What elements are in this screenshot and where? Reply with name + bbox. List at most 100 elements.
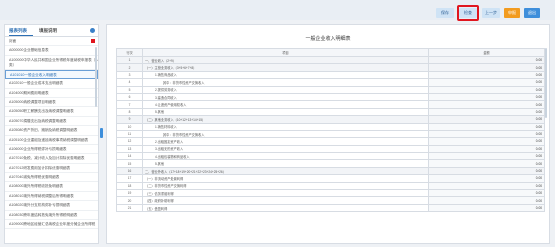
table-row: 1 一、营业收入（2+9） 0.00: [116, 55, 545, 65]
row-item: 3.建造合同收入: [142, 92, 429, 102]
row-number: 9: [116, 115, 143, 124]
row-amount[interactable]: 0.00: [428, 159, 545, 168]
sidebar-item[interactable]: 封面: [5, 37, 98, 47]
row-amount[interactable]: 0.00: [428, 189, 545, 198]
sidebar-item[interactable]: A104000期间费用明细表: [5, 89, 98, 98]
row-item: （二）其他业务收入（10+12+13+14+15）: [142, 115, 429, 124]
row-amount[interactable]: 0.00: [428, 181, 545, 191]
row-item: （一）主营业务收入（3+5+6+7+8）: [142, 63, 429, 72]
row-item: （一）非流动资产处置利得: [142, 174, 429, 183]
sidebar-item[interactable]: A105050职工薪酬支出及纳税调整明细表: [5, 107, 98, 117]
sidebar-item[interactable]: A105070捐赠支出及纳税调整明细表: [5, 117, 98, 127]
sidebar-item[interactable]: A107010免税、减计收入及加计扣除优惠明细表: [5, 154, 98, 164]
row-item: 4.出租包装物和商品收入: [142, 152, 429, 161]
row-item: 5.其他: [142, 107, 429, 117]
main-scrollbar[interactable]: [545, 48, 547, 118]
row-amount[interactable]: 0.00: [428, 129, 545, 139]
table-row: 11 其中：非货币性资产交换收入 0.00: [116, 129, 545, 139]
row-number: 11: [116, 129, 143, 139]
report-list-sidebar: 报表列表 填报说明 封面 A000000企业基础信息表 A100000中华人民共和国…: [4, 24, 99, 244]
row-amount[interactable]: 0.00: [428, 122, 545, 131]
row-number: 1: [116, 55, 143, 65]
previous-button[interactable]: 上一步: [482, 8, 500, 18]
row-amount: 0.00: [428, 166, 545, 176]
main-panel: 一般企业收入明细表 行次 项目 金额 1 一、营业收入（2+9） 0.00 2 （一）主…: [106, 24, 550, 244]
tab-fill-instructions[interactable]: 填报说明: [39, 28, 57, 34]
sidebar-item[interactable]: A107040减免所得税优惠明细表: [5, 173, 98, 183]
row-amount[interactable]: 0.00: [428, 152, 545, 161]
sidebar-item[interactable]: A000000企业基础信息表: [5, 46, 98, 56]
table-row: 21 （五）盘盈利得 0.00: [116, 203, 545, 213]
row-item: 3.出租无形资产收入: [142, 144, 429, 154]
table-row: 10 1.销售材料收入 0.00: [116, 122, 545, 131]
gear-icon[interactable]: [90, 28, 95, 33]
row-amount[interactable]: 0.00: [428, 85, 545, 94]
declare-button[interactable]: 申报: [504, 8, 520, 18]
sidebar-item-selected[interactable]: A101010一般企业收入明细表: [5, 69, 98, 80]
sidebar-item[interactable]: A108010境外所得纳税调整后所得明细表: [5, 192, 98, 202]
save-button[interactable]: 保存: [436, 8, 454, 18]
row-number: 20: [116, 196, 143, 205]
row-item: 一、营业收入（2+9）: [142, 55, 429, 65]
sidebar-item[interactable]: A105000纳税调整项目明细表: [5, 98, 98, 108]
row-amount[interactable]: 0.00: [428, 92, 545, 102]
sidebar-item[interactable]: A108000境外所得税收抵免明细表: [5, 182, 98, 192]
row-item: （二）非货币性资产交换利得: [142, 181, 429, 191]
row-item: 1.销售材料收入: [142, 122, 429, 131]
row-amount[interactable]: 0.00: [428, 100, 545, 109]
row-number: 17: [116, 174, 143, 183]
table-row: 14 4.出租包装物和商品收入 0.00: [116, 152, 545, 161]
table-row: 5 2.提供劳务收入 0.00: [116, 85, 545, 94]
row-item: 2.提供劳务收入: [142, 85, 429, 94]
row-number: 15: [116, 159, 143, 168]
table-header: 行次 项目 金额: [116, 48, 545, 57]
tab-report-list[interactable]: 报表列表: [9, 28, 27, 34]
table-row: 3 1.销售商品收入 0.00: [116, 70, 545, 80]
row-number: 5: [116, 85, 143, 94]
sidebar-item[interactable]: A105080资产折旧、摊销及纳税调整明细表: [5, 126, 98, 136]
header-amount: 金额: [428, 48, 545, 57]
sidebar-item[interactable]: A109000跨地区经营汇总纳税企业年度分摊企业所得税: [5, 220, 98, 230]
row-number: 7: [116, 100, 143, 109]
row-amount[interactable]: 0.00: [428, 203, 545, 213]
row-amount[interactable]: 0.00: [428, 144, 545, 154]
row-number: 14: [116, 152, 143, 161]
row-amount[interactable]: 0.00: [428, 70, 545, 80]
sidebar-item[interactable]: A105100企业重组及递延纳税事项纳税调整明细表: [5, 136, 98, 145]
sidebar-item[interactable]: A108020境外分支机构弥补亏损明细表: [5, 201, 98, 211]
table-row: 2 （一）主营业务收入（3+5+6+7+8） 0.00: [116, 63, 545, 72]
table-row: 12 2.出租固定资产收入 0.00: [116, 137, 545, 146]
row-item: （三）债务重组利得: [142, 189, 429, 198]
sidebar-scrollbar[interactable]: [95, 47, 97, 107]
row-number: 12: [116, 137, 143, 146]
row-amount[interactable]: 0.00: [428, 196, 545, 205]
row-amount[interactable]: 0.00: [428, 107, 545, 117]
row-number: 18: [116, 181, 143, 191]
row-item: 1.销售商品收入: [142, 70, 429, 80]
sidebar-list: 封面 A000000企业基础信息表 A100000中华人民共和国企业所得税年度纳税申…: [5, 37, 98, 230]
row-item: 其中：非货币性资产交换收入: [142, 78, 429, 87]
row-number: 6: [116, 92, 143, 102]
sidebar-item[interactable]: A108030跨年度结转抵免境外所得税明细表: [5, 211, 98, 221]
row-amount[interactable]: 0.00: [428, 174, 545, 183]
table-row: 17 （一）非流动资产处置利得 0.00: [116, 174, 545, 183]
row-number: 3: [116, 70, 143, 80]
row-number: 13: [116, 144, 143, 154]
row-amount: 0.00: [428, 115, 545, 124]
row-amount[interactable]: 0.00: [428, 78, 545, 87]
row-number: 21: [116, 203, 143, 213]
row-amount[interactable]: 0.00: [428, 137, 545, 146]
row-item: 2.出租固定资产收入: [142, 137, 429, 146]
page-title: 一般企业收入明细表: [305, 36, 351, 42]
sidebar-item[interactable]: A100000中华人民共和国企业所得税年度纳税申报表（A类）: [5, 56, 98, 70]
table-row: 20 （四）政府补助利得 0.00: [116, 196, 545, 205]
sidebar-item[interactable]: A102010一般企业成本支出明细表: [5, 79, 98, 89]
exit-button[interactable]: 退出: [524, 8, 540, 18]
sidebar-item[interactable]: A106000企业所得税弥补亏损明细表: [5, 145, 98, 155]
collapse-sidebar-handle[interactable]: [100, 128, 103, 138]
row-amount: 0.00: [428, 55, 545, 65]
table-row: 4 其中：非货币性资产交换收入 0.00: [116, 78, 545, 87]
highlight-box: [457, 5, 479, 21]
sidebar-item[interactable]: A107012研发费用加计扣除优惠明细表: [5, 164, 98, 174]
row-number: 2: [116, 63, 143, 72]
